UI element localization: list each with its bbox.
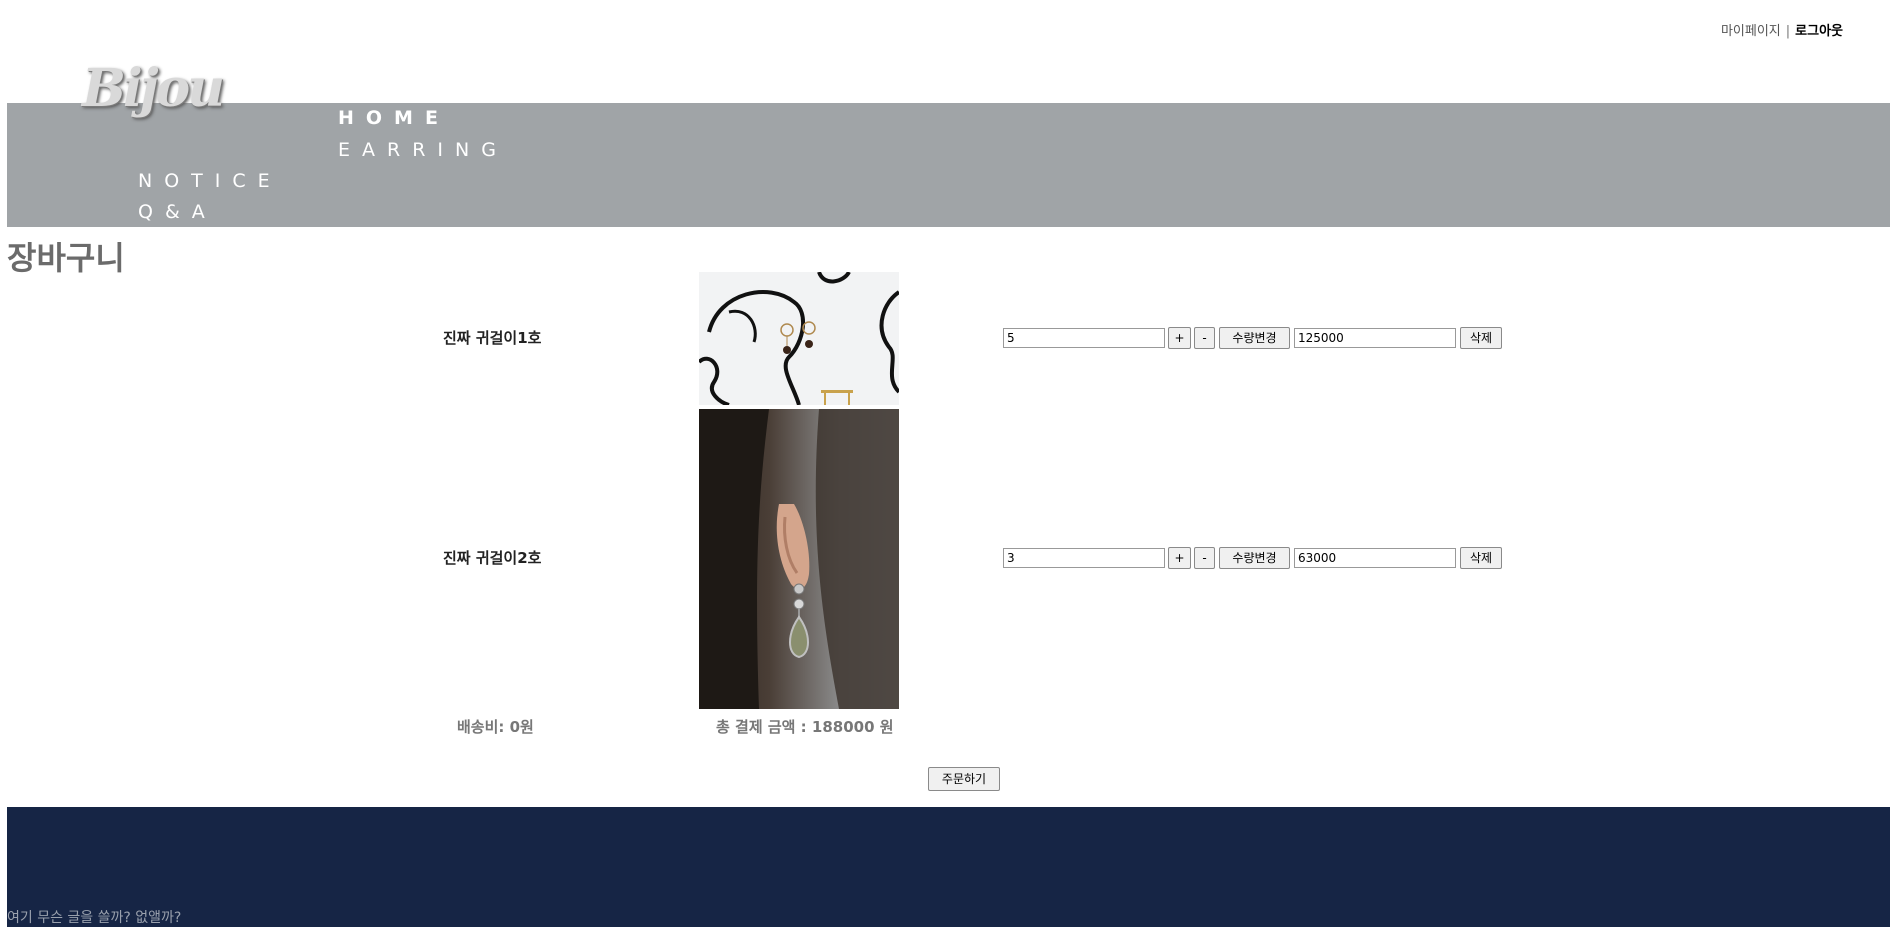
product-image-earring-2 [699, 409, 899, 709]
nav-qa[interactable]: Q&A [138, 201, 217, 223]
price-field[interactable] [1294, 328, 1456, 348]
change-quantity-button[interactable]: 수량변경 [1219, 547, 1290, 569]
footer: 여기 무슨 글을 쓸까? 없앨까? [7, 807, 1890, 927]
price-field[interactable] [1294, 548, 1456, 568]
topbar-separator: | [1785, 24, 1791, 39]
delete-item-button[interactable]: 삭제 [1460, 327, 1502, 349]
product-image-earring-1 [699, 272, 899, 405]
footer-text: 여기 무슨 글을 쓸까? 없앨까? [7, 910, 182, 926]
quantity-input[interactable] [1003, 328, 1165, 348]
mypage-link[interactable]: 마이페이지 [1721, 24, 1781, 39]
quantity-minus-button[interactable]: - [1194, 327, 1215, 349]
change-quantity-button[interactable]: 수량변경 [1219, 327, 1290, 349]
quantity-input[interactable] [1003, 548, 1165, 568]
delete-item-button[interactable]: 삭제 [1460, 547, 1502, 569]
nav-home[interactable]: HOME [338, 107, 450, 129]
item-name: 진짜 귀걸이1호 [443, 329, 542, 347]
top-account-links: 마이페이지 | 로그아웃 [1721, 20, 1843, 39]
nav-earring[interactable]: EARRING [338, 139, 508, 161]
item-name: 진짜 귀걸이2호 [443, 549, 542, 567]
shipping-fee: 배송비: 0원 [457, 718, 534, 736]
quantity-minus-button[interactable]: - [1194, 547, 1215, 569]
header-band [7, 103, 1890, 227]
quantity-plus-button[interactable]: + [1168, 547, 1191, 569]
total-amount: 총 결제 금액 : 188000 원 [716, 718, 894, 736]
logout-link[interactable]: 로그아웃 [1795, 24, 1843, 39]
quantity-plus-button[interactable]: + [1168, 327, 1191, 349]
site-logo[interactable]: Bijou [82, 58, 225, 119]
nav-notice[interactable]: NOTICE [138, 170, 282, 192]
page-title: 장바구니 [7, 239, 125, 277]
order-button[interactable]: 주문하기 [928, 767, 1000, 791]
